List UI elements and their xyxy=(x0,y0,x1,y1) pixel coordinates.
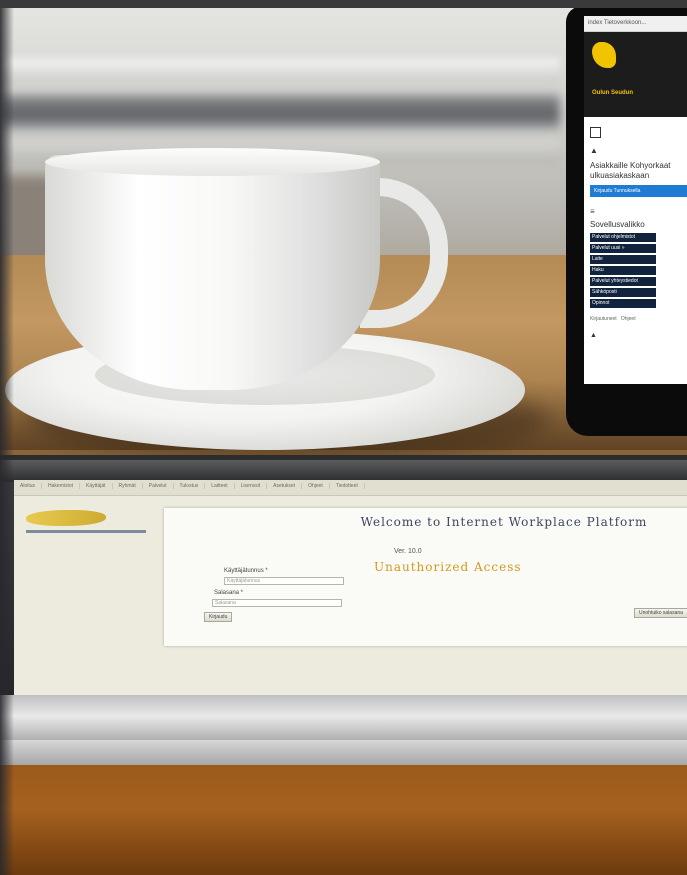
username-label: Käyttäjätunnus * xyxy=(224,568,268,574)
phone-brand: Oulun Seudun xyxy=(592,90,633,96)
tablet-tab[interactable]: Palvelut xyxy=(143,483,174,489)
arrow-up-icon: ▲ xyxy=(590,146,598,155)
logo-divider xyxy=(26,530,146,533)
tablet-tab[interactable]: Aloitus xyxy=(14,483,43,489)
login-button[interactable]: Kirjaudu xyxy=(204,612,233,622)
phone-section-title: Sovellusvalikko xyxy=(590,220,645,229)
password-label: Salasana * xyxy=(214,590,244,596)
phone-title-line2: ulkuasiakaskaan xyxy=(590,171,650,180)
tablet-tab[interactable]: Käyttäjät xyxy=(80,483,113,489)
tablet-bezel xyxy=(0,460,687,482)
tablet-tab[interactable]: Tiedotteet xyxy=(330,483,365,489)
collapse-icon: ≡ xyxy=(590,207,595,216)
phone-menu-item[interactable]: Palvelut ohjelmistot xyxy=(590,233,656,242)
phone-login-button[interactable]: Kirjaudu Tunnuksella xyxy=(590,185,687,197)
photo-scene: index Tietoverkkoon... Oulun Seudun ▲ As… xyxy=(0,0,687,875)
left-vignette xyxy=(0,0,14,875)
phone-menu-item[interactable]: Laite xyxy=(590,255,656,264)
blurred-shelf xyxy=(0,58,560,84)
forgot-password-button[interactable]: Unohtuiko salasana xyxy=(634,608,687,618)
password-input[interactable]: Salasana xyxy=(212,599,342,607)
tablet-tab[interactable]: Tulostus xyxy=(174,483,206,489)
phone-title-line1: Asiakkaille Kohyorkaat xyxy=(590,161,671,170)
tablet-tab[interactable]: Laitteet xyxy=(205,483,235,489)
site-logo-icon xyxy=(26,510,106,526)
phone-footer-right[interactable]: Ohjeet xyxy=(621,316,636,322)
wooden-table-front xyxy=(0,765,687,875)
phone-footer: Kirjautuneet Ohjeet xyxy=(590,316,687,322)
phone-footer-left[interactable]: Kirjautuneet xyxy=(590,316,617,322)
tablet-screen: Aloitus Hakemistot Käyttäjät Ryhmät Palvelut… xyxy=(14,480,687,695)
tablet-tab[interactable]: Ryhmät xyxy=(113,483,143,489)
phone-body: ▲ Asiakkaille Kohyorkaat ulkuasiakaskaan… xyxy=(584,117,687,345)
menu-checkbox[interactable] xyxy=(590,127,601,138)
blurred-shelf xyxy=(0,95,560,129)
login-panel: Welcome to Internet Workplace Platform V… xyxy=(164,508,687,646)
phone-menu-item[interactable]: Sähköposti xyxy=(590,288,656,297)
tablet-tab[interactable]: Hakemistot xyxy=(42,483,81,489)
cup-rim xyxy=(45,148,380,176)
phone-screen: index Tietoverkkoon... Oulun Seudun ▲ As… xyxy=(584,16,687,384)
phone-menu-item[interactable]: Haku xyxy=(590,266,656,275)
phone-header: Oulun Seudun xyxy=(584,32,687,117)
login-heading: Welcome to Internet Workplace Platform xyxy=(360,515,648,529)
coffee-cup xyxy=(45,155,380,390)
tablet-tab[interactable]: Asetukset xyxy=(267,483,303,489)
tablet-tab[interactable]: Lisenssit xyxy=(235,483,268,489)
phone-menu-item[interactable]: Palvelut yhteystiedot xyxy=(590,277,656,286)
tablet-tab-bar: Aloitus Hakemistot Käyttäjät Ryhmät Palvelut… xyxy=(14,480,687,496)
top-edge xyxy=(0,0,687,8)
login-version: Ver. 10.0 xyxy=(394,548,422,555)
phone-url-bar[interactable]: index Tietoverkkoon... xyxy=(584,16,687,32)
phone-menu-item[interactable]: Palvelut uusi » xyxy=(590,244,656,253)
arrow-up-icon: ▲ xyxy=(590,332,597,339)
login-warning: Unauthorized Access xyxy=(374,560,522,574)
username-input[interactable]: Käyttäjätunnus xyxy=(224,577,344,585)
tablet-tab[interactable]: Ohjeet xyxy=(302,483,330,489)
phone-menu-item[interactable]: Opinnot xyxy=(590,299,656,308)
brand-logo-icon xyxy=(592,42,616,68)
